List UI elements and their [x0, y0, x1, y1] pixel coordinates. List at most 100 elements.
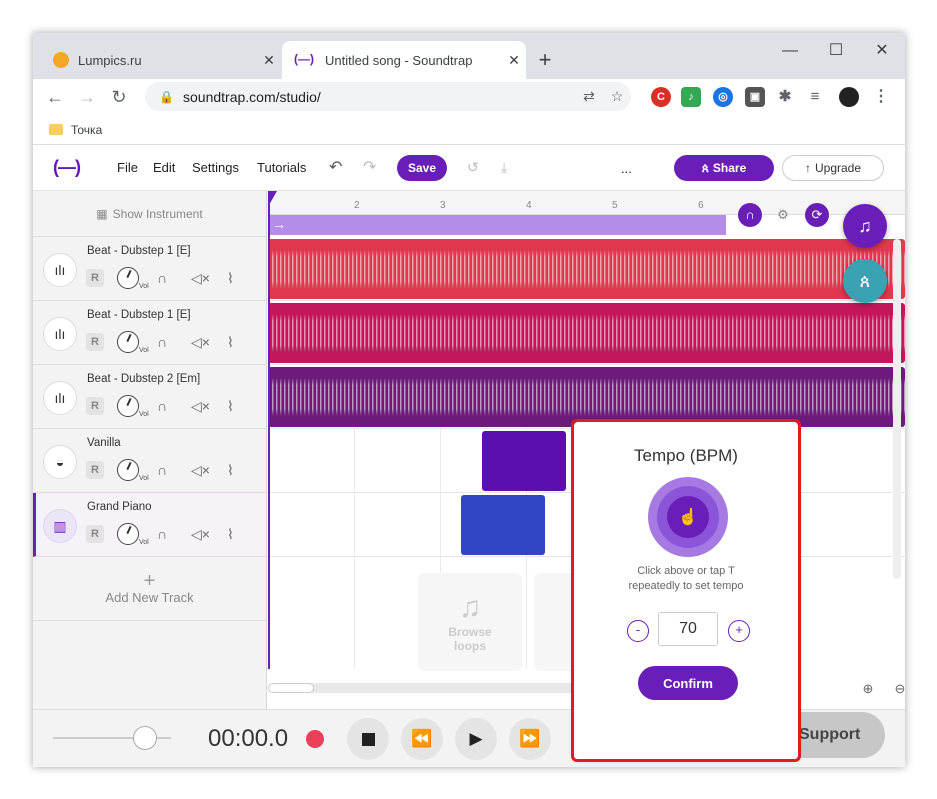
playhead-handle[interactable] [268, 191, 277, 205]
audio-region[interactable] [268, 367, 905, 427]
collaborators-button[interactable]: ጰ [843, 259, 887, 303]
slider-knob[interactable] [133, 726, 157, 750]
close-window-icon[interactable]: ✕ [859, 37, 905, 65]
stop-button[interactable] [347, 718, 389, 760]
headphones-icon[interactable]: ∩ [157, 526, 167, 542]
record-arm-button[interactable]: R [86, 525, 104, 543]
zoom-out-icon[interactable]: ⊖ [888, 677, 905, 701]
tab-lumpics[interactable]: Lumpics.ru ✕ [41, 41, 281, 79]
track-row[interactable]: ılı Beat - Dubstep 1 [E] R Vol ∩ ◁× ⌇ [33, 301, 266, 365]
track-name[interactable]: Grand Piano [87, 501, 152, 513]
mute-icon[interactable]: ◁× [191, 270, 210, 287]
extension-icon[interactable]: C [651, 87, 671, 107]
drum-clip[interactable] [482, 431, 566, 491]
gear-icon[interactable]: ⚙ [771, 203, 795, 227]
volume-knob[interactable] [117, 395, 139, 417]
save-button[interactable]: Save [397, 155, 447, 181]
address-bar[interactable]: 🔒 soundtrap.com/studio/ ⇄ ☆ [145, 82, 631, 111]
playhead[interactable] [268, 191, 270, 669]
record-arm-button[interactable]: R [86, 461, 104, 479]
mute-icon[interactable]: ◁× [191, 398, 210, 415]
audio-region[interactable] [268, 303, 905, 363]
more-vert-icon[interactable]: ⋮ [871, 87, 891, 107]
music-extension-icon[interactable]: ♪ [681, 87, 701, 107]
zoom-in-icon[interactable]: ⊕ [856, 677, 880, 701]
automation-icon[interactable]: ⌇ [227, 462, 234, 479]
play-button[interactable]: ▶ [455, 718, 497, 760]
record-arm-button[interactable]: R [86, 269, 104, 287]
redo-icon[interactable]: ↷ [363, 157, 376, 177]
volume-knob[interactable] [117, 523, 139, 545]
headphones-icon[interactable]: ∩ [157, 462, 167, 478]
audio-region[interactable] [268, 239, 905, 299]
rewind-button[interactable]: ⏪ [401, 718, 443, 760]
track-name[interactable]: Beat - Dubstep 1 [E] [87, 245, 191, 257]
automation-icon[interactable]: ⌇ [227, 398, 234, 415]
show-instrument-button[interactable]: ▦ Show Instrument [33, 191, 266, 237]
menu-settings[interactable]: Settings [192, 160, 239, 175]
track-row[interactable]: ılı Beat - Dubstep 2 [Em] R Vol ∩ ◁× ⌇ [33, 365, 266, 429]
automation-icon[interactable]: ⌇ [227, 334, 234, 351]
master-volume-slider[interactable] [53, 726, 171, 750]
upgrade-button[interactable]: ↑ Upgrade [782, 155, 884, 181]
track-row[interactable]: ◒ Vanilla R Vol ∩ ◁× ⌇ [33, 429, 266, 493]
lane[interactable] [268, 301, 905, 365]
record-arm-button[interactable]: R [86, 333, 104, 351]
loop-bar[interactable]: → [268, 215, 726, 235]
track-name[interactable]: Beat - Dubstep 2 [Em] [87, 373, 200, 385]
reload-icon[interactable]: ↻ [105, 83, 133, 111]
add-new-track-button[interactable]: + Add New Track [33, 557, 266, 621]
star-icon[interactable]: ☆ [603, 88, 631, 105]
menu-edit[interactable]: Edit [153, 160, 175, 175]
music-library-button[interactable]: ♫ [843, 204, 887, 248]
share-button[interactable]: ጰ Share [674, 155, 774, 181]
track-name[interactable]: Vanilla [87, 437, 121, 449]
maximize-icon[interactable]: ☐ [813, 37, 859, 65]
puzzle-icon[interactable]: ✱ [775, 87, 795, 107]
mute-icon[interactable]: ◁× [191, 334, 210, 351]
volume-knob[interactable] [117, 459, 139, 481]
headphones-icon[interactable]: ∩ [157, 398, 167, 414]
loop-icon[interactable]: ⟳ [805, 203, 829, 227]
back-icon[interactable]: ← [41, 83, 69, 111]
download-icon[interactable]: ⤓ [501, 159, 507, 176]
history-icon[interactable]: ↺ [467, 159, 479, 176]
track-row[interactable]: ▥ Grand Piano R Vol ∩ ◁× ⌇ [33, 493, 266, 557]
avatar[interactable] [839, 87, 859, 107]
track-name[interactable]: Beat - Dubstep 1 [E] [87, 309, 191, 321]
more-menu[interactable]: ... [621, 161, 632, 176]
scrollbar-thumb[interactable] [268, 683, 314, 693]
automation-icon[interactable]: ⌇ [227, 270, 234, 287]
headphones-icon[interactable]: ∩ [157, 334, 167, 350]
forward-icon[interactable]: → [73, 83, 101, 111]
record-button[interactable] [294, 718, 336, 760]
soundtrap-logo[interactable]: (—) [53, 157, 81, 178]
new-tab-icon[interactable]: + [533, 47, 557, 73]
bookmark-item[interactable]: Точка [71, 123, 102, 137]
minimize-icon[interactable]: — [767, 37, 813, 65]
track-row[interactable]: ılı Beat - Dubstep 1 [E] R Vol ∩ ◁× ⌇ [33, 237, 266, 301]
volume-knob[interactable] [117, 267, 139, 289]
tab-soundtrap[interactable]: (—) Untitled song - Soundtrap ✕ [282, 41, 526, 79]
record-arm-button[interactable]: R [86, 397, 104, 415]
lane[interactable] [268, 237, 905, 301]
menu-file[interactable]: File [117, 160, 138, 175]
volume-knob[interactable] [117, 331, 139, 353]
cube-extension-icon[interactable]: ▣ [745, 87, 765, 107]
mute-icon[interactable]: ◁× [191, 462, 210, 479]
browse-loops-card[interactable]: ♫ Browse loops [418, 573, 522, 671]
automation-icon[interactable]: ⌇ [227, 526, 234, 543]
mute-icon[interactable]: ◁× [191, 526, 210, 543]
headphones-icon[interactable]: ∩ [157, 270, 167, 286]
magnet-icon[interactable]: ∩ [738, 203, 762, 227]
piano-clip[interactable] [461, 495, 545, 555]
close-icon[interactable]: ✕ [502, 52, 526, 69]
menu-tutorials[interactable]: Tutorials [257, 160, 306, 175]
close-icon[interactable]: ✕ [257, 52, 281, 69]
translate-icon[interactable]: ⇄ [575, 88, 603, 105]
playlist-icon[interactable]: ≡ [805, 87, 825, 107]
fast-forward-button[interactable]: ⏩ [509, 718, 551, 760]
vertical-scrollbar[interactable] [893, 239, 901, 579]
globe-extension-icon[interactable]: ◎ [713, 87, 733, 107]
undo-icon[interactable]: ↶ [329, 157, 342, 177]
